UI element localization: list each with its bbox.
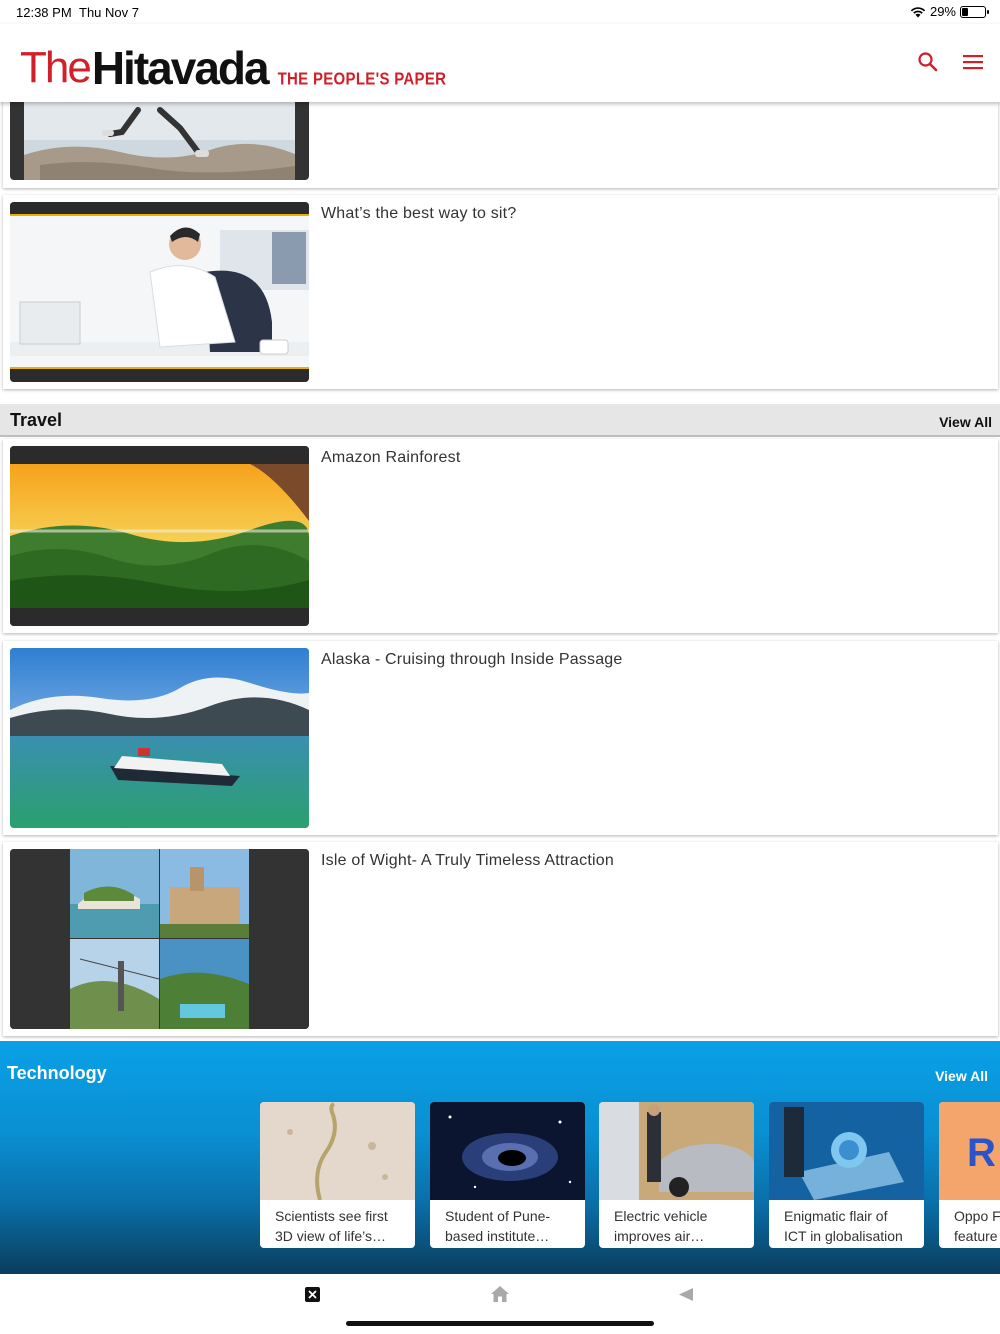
tech-card[interactable]: Student of Pune- based institute… <box>430 1102 585 1248</box>
oppo-phone-photo: R <box>939 1102 1000 1200</box>
article-card-alaska[interactable]: Alaska - Cruising through Inside Passage <box>3 641 998 835</box>
alaska-cruise-photo <box>10 648 309 828</box>
status-time: 12:38 PM <box>16 5 72 20</box>
status-bar: 12:38 PM Thu Nov 7 29% <box>0 0 1000 24</box>
logo-name: Hitavada <box>91 42 270 94</box>
battery-icon <box>960 5 989 18</box>
article-card-isle-of-wight[interactable]: Isle of Wight- A Truly Timeless Attracti… <box>3 842 998 1036</box>
article-title: Amazon Rainforest <box>321 449 461 466</box>
ict-globe-photo <box>769 1102 924 1200</box>
travel-view-all-link[interactable]: View All <box>939 414 992 430</box>
logo[interactable]: The Hitavada THE PEOPLE'S PAPER <box>20 42 447 94</box>
isle-of-wight-collage <box>10 849 309 1029</box>
status-date: Thu Nov 7 <box>79 5 139 20</box>
home-indicator[interactable] <box>346 1321 654 1326</box>
section-title: Travel <box>10 410 63 430</box>
article-thumbnail <box>10 446 309 626</box>
status-indicators: 29% <box>910 4 989 19</box>
tech-card-caption: Electric vehicle improves air… <box>614 1208 708 1244</box>
technology-section: Technology View All Scientists see first… <box>0 1041 1000 1274</box>
tech-card-caption: Oppo F feature <box>954 1208 1000 1244</box>
section-title: Technology <box>7 1063 107 1083</box>
sitting-man-photo <box>10 202 309 382</box>
tech-card[interactable]: Scientists see first 3D view of life’s… <box>260 1102 415 1248</box>
article-thumbnail <box>10 202 309 382</box>
tech-card-caption: Enigmatic flair of ICT in globalisation <box>784 1208 903 1244</box>
tech-card[interactable]: Enigmatic flair of ICT in globalisation <box>769 1102 924 1248</box>
article-card-amazon[interactable]: Amazon Rainforest <box>3 439 998 633</box>
article-card-sitting[interactable]: What’s the best way to sit? <box>3 195 998 389</box>
tech-card-caption: Student of Pune- based institute… <box>445 1208 551 1244</box>
black-hole-photo <box>430 1102 585 1200</box>
battery-fill <box>962 7 969 16</box>
article-thumbnail <box>10 648 309 828</box>
tech-card-caption: Scientists see first 3D view of life’s… <box>275 1208 388 1244</box>
article-title: Alaska - Cruising through Inside Passage <box>321 651 623 668</box>
search-icon[interactable] <box>916 50 940 74</box>
technology-view-all-link[interactable]: View All <box>935 1068 988 1084</box>
rainforest-photo <box>10 446 309 626</box>
article-thumbnail <box>10 849 309 1029</box>
microscope-photo <box>260 1102 415 1200</box>
wifi-icon <box>910 6 926 17</box>
tech-card[interactable]: R Oppo F feature <box>939 1102 1000 1248</box>
close-icon[interactable] <box>305 1287 320 1302</box>
article-title: What’s the best way to sit? <box>321 205 517 222</box>
home-icon[interactable] <box>490 1285 510 1303</box>
svg-text:R: R <box>967 1131 996 1175</box>
app-header: The Hitavada THE PEOPLE'S PAPER <box>0 24 1000 102</box>
article-title: Isle of Wight- A Truly Timeless Attracti… <box>321 852 614 869</box>
electric-vehicle-photo <box>599 1102 754 1200</box>
menu-icon[interactable] <box>961 50 985 74</box>
back-icon[interactable] <box>679 1288 693 1301</box>
logo-the: The <box>20 43 92 92</box>
battery-percent: 29% <box>929 4 956 19</box>
tech-card[interactable]: Electric vehicle improves air… <box>599 1102 754 1248</box>
logo-tagline: THE PEOPLE'S PAPER <box>277 69 447 90</box>
bottom-toolbar <box>0 1274 1000 1334</box>
travel-section-header: Travel View All <box>0 404 1000 437</box>
